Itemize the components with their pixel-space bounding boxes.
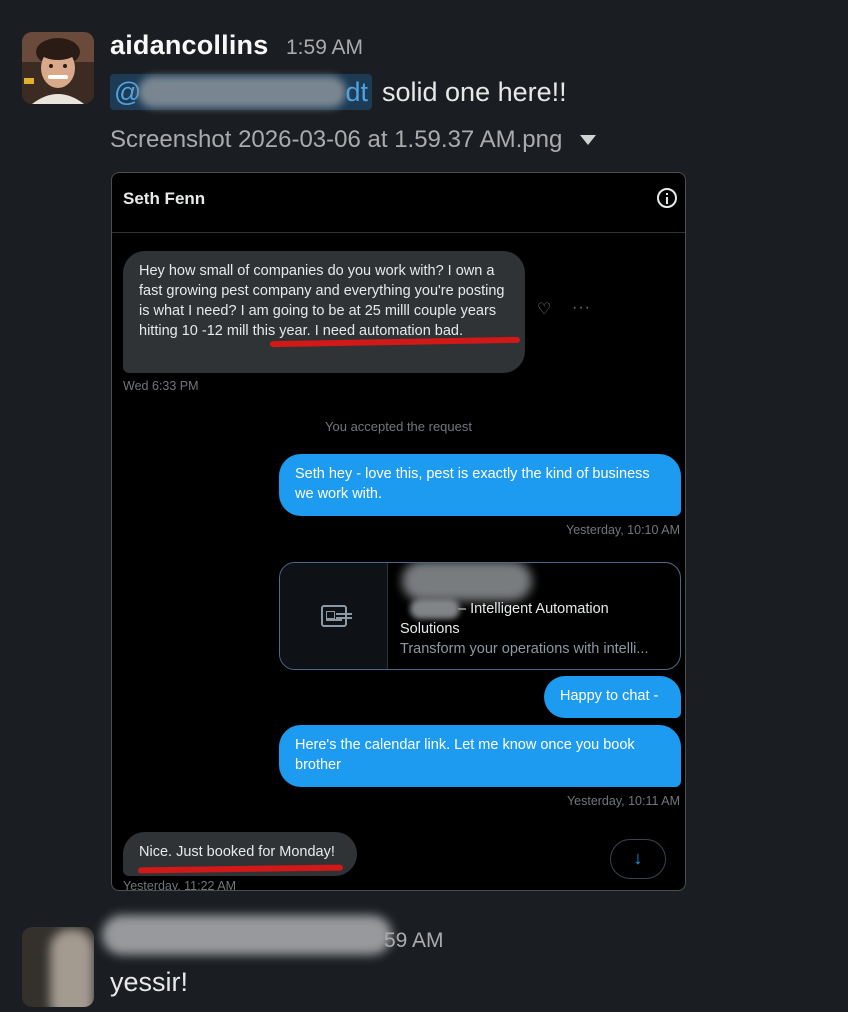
avatar[interactable] [22,32,94,104]
system-notice: You accepted the request [325,419,472,434]
attached-screenshot[interactable]: Seth Fenn Hey how small of companies do … [111,172,686,891]
dm-contact-name: Seth Fenn [123,189,206,208]
incoming-timestamp-cropped: Yesterday, 11:22 AM [123,879,237,891]
outgoing-timestamp: Yesterday, 10:11 AM [566,794,680,808]
outgoing-message-bubble: Happy to chat - [544,676,681,718]
message-text: solid one here!! [382,76,567,107]
info-icon [657,188,677,208]
outgoing-message-bubble: Here's the calendar link. Let me know on… [279,725,681,787]
message-redacted-user: 59 AM yessir! [0,905,848,1012]
attachment-header[interactable]: Screenshot 2026-03-06 at 1.59.37 AM.png [110,126,597,154]
redacted-avatar-blur [50,929,94,1007]
link-thumbnail [280,563,388,669]
avatar-photo [22,32,94,104]
heart-plus-icon: ♡ [537,301,552,318]
article-icon [321,605,347,627]
mention-tail: dt [345,76,368,107]
outgoing-message-bubble: Seth hey - love this, pest is exactly th… [279,454,681,516]
message-aidancollins: aidancollins 1:59 AM @ dt solid one here… [0,0,848,900]
outgoing-timestamp: Yesterday, 10:10 AM [566,523,680,537]
chevron-down-icon[interactable] [580,135,597,145]
message-text-line: @ dt solid one here!! [110,72,567,112]
incoming-message-bubble: Hey how small of companies do you work w… [123,251,525,373]
scroll-down-icon: ↓ [610,839,666,879]
avatar[interactable] [22,927,94,1007]
redacted-author-blur [102,915,392,955]
message-timestamp[interactable]: 1:59 AM [286,36,363,60]
redacted-blur [402,563,532,601]
message-timestamp[interactable]: 59 AM [384,929,444,953]
dm-header: Seth Fenn [112,173,685,233]
redacted-title-blur [410,599,460,619]
author-name[interactable]: aidancollins [110,30,268,61]
attachment-filename: Screenshot 2026-03-06 at 1.59.37 AM.png [110,126,563,153]
incoming-timestamp: Wed 6:33 PM [123,379,199,393]
link-preview-card: – Intelligent Automation Solutions Trans… [279,562,681,670]
message-text: yessir! [110,967,189,997]
user-mention[interactable]: @ dt [110,74,372,110]
redacted-mention-blur [138,76,346,108]
more-icon: ··· [572,299,591,316]
link-description: Transform your operations with intelli..… [400,641,649,657]
